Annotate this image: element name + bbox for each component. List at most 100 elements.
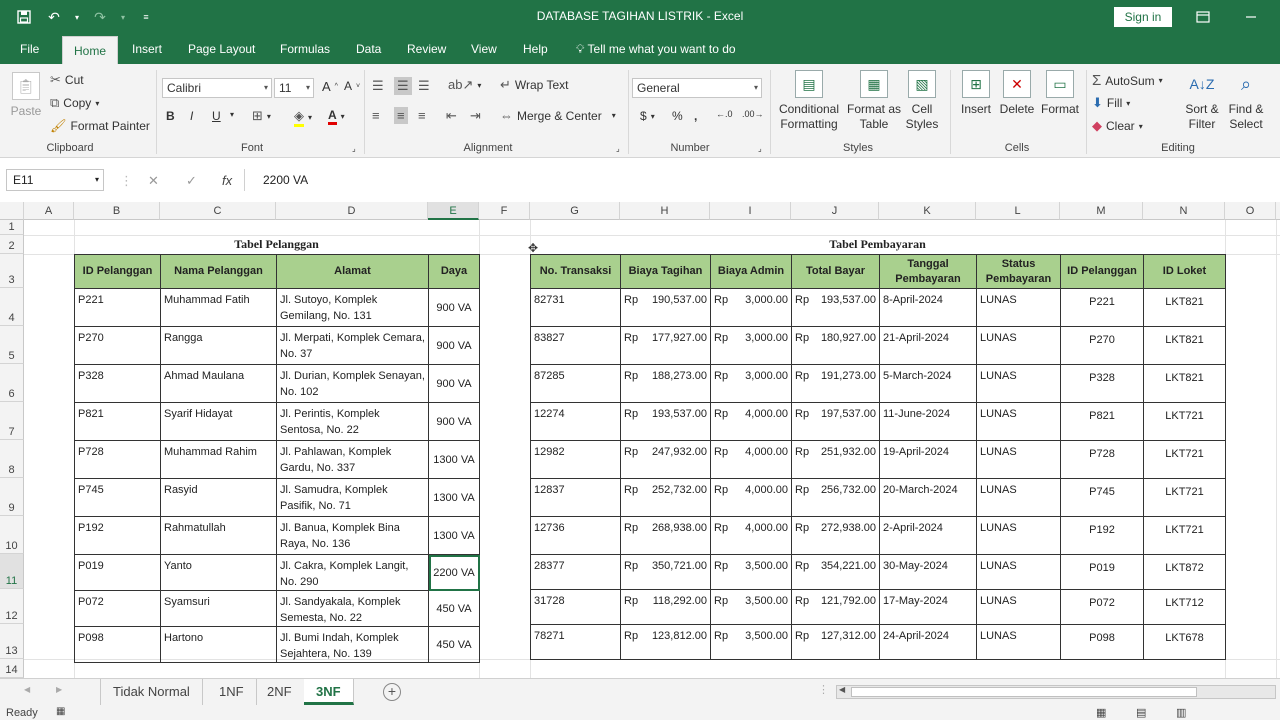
percent-style-button[interactable]: % — [672, 109, 683, 123]
cell-tanggal-pembayaran[interactable]: 2-April-2024 — [879, 516, 977, 555]
font-color-button[interactable]: A ▾ — [328, 108, 345, 125]
cell-id-loket[interactable]: LKT712 — [1143, 589, 1226, 625]
cell-id-pelanggan[interactable]: P270 — [74, 326, 161, 365]
cell-biaya-tagihan[interactable]: Rp 177,927.00 — [620, 326, 711, 365]
row-header-1[interactable]: 1 — [0, 220, 24, 235]
cell-status-pembayaran[interactable]: LUNAS — [976, 554, 1061, 590]
cell-status-pembayaran[interactable]: LUNAS — [976, 326, 1061, 365]
cell-total-bayar[interactable]: Rp 191,273.00 — [791, 364, 880, 403]
tab-help[interactable]: Help — [515, 34, 556, 64]
cell-nama-pelanggan[interactable]: Muhammad Fatih — [160, 288, 277, 327]
cell-nama-pelanggan[interactable]: Muhammad Rahim — [160, 440, 277, 479]
sort-filter-button[interactable]: A↓Z Sort & Filter — [1182, 70, 1222, 132]
scroll-left-arrow-icon[interactable]: ◀ — [839, 685, 845, 694]
row-header-2[interactable]: 2 — [0, 235, 24, 254]
cell-tanggal-pembayaran[interactable]: 20-March-2024 — [879, 478, 977, 517]
cell-id-pelanggan[interactable]: P192 — [1060, 516, 1144, 555]
tab-file[interactable]: File — [12, 34, 47, 64]
cell-alamat[interactable]: Jl. Banua, Komplek Bina Raya, No. 136 — [276, 516, 429, 555]
cell-nama-pelanggan[interactable]: Syamsuri — [160, 590, 277, 627]
cell-biaya-admin[interactable]: Rp 3,000.00 — [710, 364, 792, 403]
sign-in-button[interactable]: Sign in — [1114, 7, 1172, 27]
cell-nama-pelanggan[interactable]: Rahmatullah — [160, 516, 277, 555]
column-header-c[interactable]: C — [160, 202, 276, 220]
format-painter-button[interactable]: 🖌︎ Format Painter — [50, 118, 150, 134]
cell-id-pelanggan[interactable]: P821 — [74, 402, 161, 441]
cell-biaya-admin[interactable]: Rp 3,500.00 — [710, 589, 792, 625]
font-size-select[interactable]: 11 ▾ — [274, 78, 314, 98]
underline-dropdown-icon[interactable]: ▾ — [230, 110, 234, 119]
cell-tanggal-pembayaran[interactable]: 19-April-2024 — [879, 440, 977, 479]
cell-no-transaksi[interactable]: 82731 — [530, 288, 621, 327]
cell-id-loket[interactable]: LKT721 — [1143, 402, 1226, 441]
cell-total-bayar[interactable]: Rp 354,221.00 — [791, 554, 880, 590]
cell-daya[interactable]: 1300 VA — [428, 478, 480, 517]
sheet-tab-1nf[interactable]: 1NF — [207, 679, 257, 705]
scrollbar-thumb[interactable] — [851, 687, 1197, 697]
row-header-6[interactable]: 6 — [0, 364, 24, 402]
cell-total-bayar[interactable]: Rp 180,927.00 — [791, 326, 880, 365]
cell-status-pembayaran[interactable]: LUNAS — [976, 624, 1061, 660]
header-alamat[interactable]: Alamat — [276, 254, 429, 289]
cell-status-pembayaran[interactable]: LUNAS — [976, 589, 1061, 625]
comma-style-button[interactable]: , — [694, 109, 697, 123]
cell-biaya-tagihan[interactable]: Rp 188,273.00 — [620, 364, 711, 403]
font-dialog-launcher-icon[interactable]: ⌟ — [352, 144, 356, 153]
cell-id-pelanggan[interactable]: P221 — [74, 288, 161, 327]
column-header-n[interactable]: N — [1143, 202, 1225, 220]
cell-alamat[interactable]: Jl. Sandyakala, Komplek Semesta, No. 22 — [276, 590, 429, 627]
cell-biaya-tagihan[interactable]: Rp 190,537.00 — [620, 288, 711, 327]
scroll-left-icon[interactable]: ◀ — [24, 685, 30, 694]
top-align-button[interactable]: ☰ — [372, 78, 384, 94]
insert-function-icon[interactable]: fx — [222, 173, 232, 188]
enter-icon[interactable]: ✓ — [186, 173, 197, 189]
bold-button[interactable]: B — [166, 109, 175, 123]
column-header-f[interactable]: F — [479, 202, 530, 220]
cell-status-pembayaran[interactable]: LUNAS — [976, 516, 1061, 555]
accounting-format-button[interactable]: $ ▾ — [640, 109, 655, 123]
copy-button[interactable]: ⧉ Copy ▾ — [50, 95, 99, 111]
cell-daya[interactable]: 450 VA — [428, 590, 480, 627]
cancel-icon[interactable]: ✕ — [148, 173, 159, 189]
number-dialog-launcher-icon[interactable]: ⌟ — [758, 144, 762, 153]
cell-no-transaksi[interactable]: 12274 — [530, 402, 621, 441]
cell-biaya-admin[interactable]: Rp 4,000.00 — [710, 478, 792, 517]
cell-id-pelanggan[interactable]: P192 — [74, 516, 161, 555]
increase-decimal-button[interactable]: ←.0 — [716, 109, 733, 119]
column-header-p[interactable] — [1276, 202, 1280, 220]
scroll-right-icon[interactable]: ▶ — [56, 685, 62, 694]
cell-status-pembayaran[interactable]: LUNAS — [976, 364, 1061, 403]
cell-biaya-admin[interactable]: Rp 3,500.00 — [710, 624, 792, 660]
name-box[interactable]: E11 ▾ — [6, 169, 104, 191]
cell-alamat[interactable]: Jl. Cakra, Komplek Langit, No. 290 — [276, 554, 429, 591]
cell-no-transaksi[interactable]: 78271 — [530, 624, 621, 660]
column-header-e[interactable]: E — [428, 202, 479, 220]
cell-biaya-admin[interactable]: Rp 3,000.00 — [710, 288, 792, 327]
cell-id-pelanggan[interactable]: P019 — [74, 554, 161, 591]
orientation-button[interactable]: ab↗ ▾ — [448, 77, 481, 93]
wrap-text-button[interactable]: ↵ Wrap Text — [500, 77, 568, 93]
cell-daya[interactable]: 450 VA — [428, 626, 480, 663]
cell-daya[interactable]: 900 VA — [428, 364, 480, 403]
cell-id-loket[interactable]: LKT721 — [1143, 516, 1226, 555]
cell-no-transaksi[interactable]: 12837 — [530, 478, 621, 517]
header-id-loket[interactable]: ID Loket — [1143, 254, 1226, 289]
cell-nama-pelanggan[interactable]: Rangga — [160, 326, 277, 365]
column-header-i[interactable]: I — [710, 202, 791, 220]
cell-total-bayar[interactable]: Rp 197,537.00 — [791, 402, 880, 441]
cell-biaya-tagihan[interactable]: Rp 247,932.00 — [620, 440, 711, 479]
header-id-pelanggan[interactable]: ID Pelanggan — [1060, 254, 1144, 289]
row-header-3[interactable]: 3 — [0, 254, 24, 288]
cell-nama-pelanggan[interactable]: Syarif Hidayat — [160, 402, 277, 441]
insert-cells-button[interactable]: ⊞ Insert — [956, 70, 996, 117]
cell-no-transaksi[interactable]: 83827 — [530, 326, 621, 365]
page-break-view-icon[interactable]: ▥ — [1176, 706, 1186, 719]
cell-no-transaksi[interactable]: 87285 — [530, 364, 621, 403]
middle-align-button[interactable]: ☰ — [394, 77, 412, 95]
cell-biaya-admin[interactable]: Rp 3,500.00 — [710, 554, 792, 590]
autosum-button[interactable]: Σ AutoSum ▾ — [1092, 72, 1163, 89]
fill-button[interactable]: ⬇ Fill ▾ — [1092, 95, 1130, 111]
cell-alamat[interactable]: Jl. Durian, Komplek Senayan, No. 102 — [276, 364, 429, 403]
cell-tanggal-pembayaran[interactable]: 21-April-2024 — [879, 326, 977, 365]
cell-biaya-tagihan[interactable]: Rp 193,537.00 — [620, 402, 711, 441]
